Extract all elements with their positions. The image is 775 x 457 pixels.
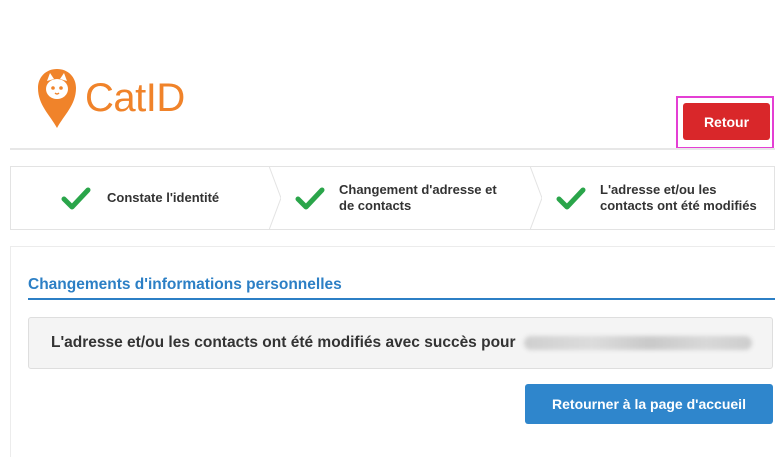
check-icon xyxy=(295,187,325,210)
step-label: Changement d'adresse et de contacts xyxy=(339,182,497,214)
success-message: L'adresse et/ou les contacts ont été mod… xyxy=(28,317,773,369)
header-divider xyxy=(10,148,775,150)
step-label-line: de contacts xyxy=(339,198,412,213)
redacted-name xyxy=(523,336,752,350)
step-label: Constate l'identité xyxy=(107,190,220,205)
panel-title: Changements d'informations personnelles xyxy=(28,276,342,293)
content-panel: Changements d'informations personnelles … xyxy=(10,246,775,457)
progress-steps: Constate l'identité Changement d'adresse… xyxy=(10,166,775,230)
return-home-button[interactable]: Retourner à la page d'accueil xyxy=(525,384,773,424)
step-label-line: contacts ont été modifiés xyxy=(600,198,757,213)
step-identity: Constate l'identité xyxy=(11,166,281,230)
page: CatID Retour Constate l'identité Changem… xyxy=(0,0,775,457)
check-icon xyxy=(556,187,586,210)
panel-title-underline xyxy=(28,298,775,300)
brand-name: CatID xyxy=(85,76,185,120)
step-label-line: L'adresse et/ou les xyxy=(600,182,717,197)
step-address-change: Changement d'adresse et de contacts xyxy=(269,166,542,230)
step-completed: L'adresse et/ou les contacts ont été mod… xyxy=(530,167,774,229)
catid-logo[interactable]: CatID xyxy=(36,67,185,129)
cat-pin-icon xyxy=(38,69,76,128)
step-separator xyxy=(269,166,281,230)
check-icon xyxy=(61,187,91,210)
step-label-line: Changement d'adresse et xyxy=(339,182,497,197)
step-label: L'adresse et/ou les contacts ont été mod… xyxy=(600,182,757,214)
success-message-text: L'adresse et/ou les contacts ont été mod… xyxy=(51,334,516,351)
step-separator xyxy=(530,166,542,230)
back-button[interactable]: Retour xyxy=(683,103,770,140)
